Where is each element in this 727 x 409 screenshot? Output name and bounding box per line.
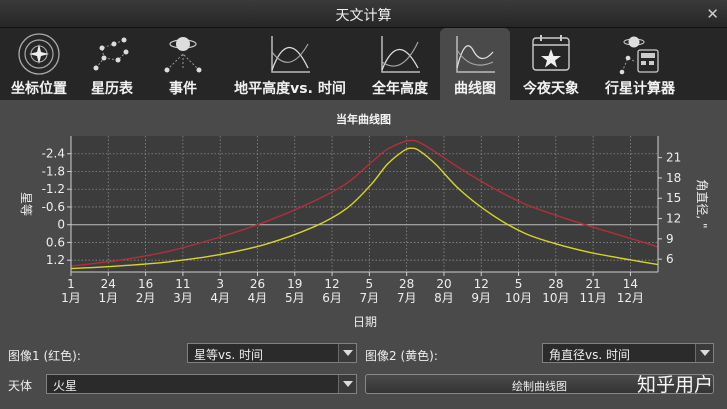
title-bar: 天文计算 ✕ <box>0 0 727 28</box>
chevron-down-icon[interactable] <box>338 375 356 393</box>
y-right-tick-label: 21 <box>666 151 681 165</box>
x-tick-label: 12 <box>474 277 489 291</box>
x-tick-label: 3 <box>216 277 224 291</box>
x-tick-month-label: 6月 <box>322 291 342 305</box>
y-left-tick-label: -0.6 <box>42 200 65 214</box>
x-tick-label: 14 <box>623 277 638 291</box>
x-tick-month-label: 9月 <box>471 291 491 305</box>
x-tick-label: 21 <box>585 277 600 291</box>
tab-label: 地平高度vs. 时间 <box>234 81 346 97</box>
plot-area <box>71 136 658 272</box>
graph-icon <box>456 36 495 73</box>
y-right-tick-label: 6 <box>666 252 674 266</box>
image1-select[interactable]: 星等vs. 时间 <box>187 343 357 363</box>
x-tick-label: 24 <box>101 277 116 291</box>
chevron-down-icon[interactable] <box>338 344 356 362</box>
tab-label: 行星计算器 <box>605 81 675 97</box>
graph-chart: 11月241月162月113月34月264月195月126月57月287月208… <box>19 136 709 329</box>
tab-bar: 坐标位置 星历表 事件 地平高度vs. 时间 全年高度 曲线图 今夜天象 行星计… <box>0 28 727 100</box>
y-right-tick-label: 15 <box>666 191 681 205</box>
tab-label: 全年高度 <box>372 81 428 97</box>
x-tick-label: 28 <box>548 277 563 291</box>
tab-yearly-altitude[interactable]: 全年高度 <box>360 28 440 100</box>
body-select[interactable]: 火星 <box>46 374 357 394</box>
x-tick-label: 20 <box>436 277 451 291</box>
y-left-tick-label: -1.2 <box>42 182 65 196</box>
x-tick-month-label: 7月 <box>360 291 380 305</box>
tab-ephemeris[interactable]: 星历表 <box>78 28 146 100</box>
image2-select-value: 角直径vs. 时间 <box>549 348 630 362</box>
tab-label: 曲线图 <box>454 81 496 97</box>
x-tick-label: 16 <box>138 277 153 291</box>
planet-calculator-icon <box>619 36 659 75</box>
x-axis-label: 日期 <box>353 315 377 329</box>
x-tick-month-label: 3月 <box>173 291 193 305</box>
tab-graph[interactable]: 曲线图 <box>440 28 510 100</box>
calendar-star-icon <box>532 35 570 71</box>
tab-label: 坐标位置 <box>11 81 67 97</box>
y-left-tick-label: 0.6 <box>46 235 65 249</box>
chevron-down-icon[interactable] <box>695 344 713 362</box>
coordinate-icon <box>18 33 60 75</box>
tab-label: 事件 <box>169 81 197 97</box>
image1-select-value: 星等vs. 时间 <box>194 348 263 362</box>
body-label: 天体 <box>8 379 33 393</box>
close-icon[interactable]: ✕ <box>706 5 719 23</box>
window-title: 天文计算 <box>335 8 392 24</box>
tab-altitude-vs-time[interactable]: 地平高度vs. 时间 <box>220 28 360 100</box>
tab-events[interactable]: 事件 <box>146 28 220 100</box>
y-left-tick-label: 1.2 <box>46 253 65 267</box>
x-tick-month-label: 2月 <box>136 291 156 305</box>
x-tick-month-label: 4月 <box>210 291 230 305</box>
x-tick-month-label: 11月 <box>579 291 606 305</box>
x-tick-label: 19 <box>287 277 302 291</box>
y-left-tick-label: -1.8 <box>42 164 65 178</box>
y-right-tick-label: 18 <box>666 171 681 185</box>
plot-title: 当年曲线图 <box>336 113 391 126</box>
y-axis-label-left: 星等 <box>19 192 33 216</box>
x-tick-month-label: 10月 <box>505 291 532 305</box>
x-tick-label: 28 <box>399 277 414 291</box>
y-left-tick-label: -2.4 <box>42 147 65 161</box>
tab-planet-calculator[interactable]: 行星计算器 <box>592 28 688 100</box>
x-tick-month-label: 1月 <box>98 291 118 305</box>
x-tick-label: 5 <box>515 277 523 291</box>
tab-tonight[interactable]: 今夜天象 <box>510 28 592 100</box>
y-right-tick-label: 9 <box>666 232 674 246</box>
altitude-time-icon <box>271 36 310 73</box>
body-select-value: 火星 <box>53 379 78 393</box>
yearly-altitude-icon <box>381 36 420 73</box>
tab-label: 今夜天象 <box>523 81 579 97</box>
x-tick-label: 1 <box>67 277 75 291</box>
y-axis-label-right: 角直径, " <box>695 179 709 228</box>
x-tick-month-label: 8月 <box>434 291 454 305</box>
image2-label: 图像2 (黄色): <box>365 349 438 363</box>
image2-select[interactable]: 角直径vs. 时间 <box>542 343 714 363</box>
x-tick-month-label: 10月 <box>542 291 569 305</box>
x-tick-month-label: 1月 <box>61 291 81 305</box>
x-tick-month-label: 5月 <box>285 291 305 305</box>
watermark: 知乎用户 <box>636 374 713 396</box>
x-tick-label: 11 <box>175 277 190 291</box>
event-icon <box>164 37 202 73</box>
y-right-tick-label: 12 <box>666 212 681 226</box>
x-tick-month-label: 12月 <box>617 291 644 305</box>
tab-coordinates[interactable]: 坐标位置 <box>0 28 78 100</box>
x-tick-month-label: 7月 <box>397 291 417 305</box>
y-left-tick-label: 0 <box>57 218 65 232</box>
tab-label: 星历表 <box>91 81 133 97</box>
x-tick-label: 5 <box>366 277 374 291</box>
x-tick-label: 26 <box>250 277 265 291</box>
x-tick-label: 12 <box>324 277 339 291</box>
x-tick-month-label: 4月 <box>248 291 268 305</box>
ephemeris-icon <box>93 37 129 71</box>
image1-label: 图像1 (红色): <box>8 349 81 363</box>
